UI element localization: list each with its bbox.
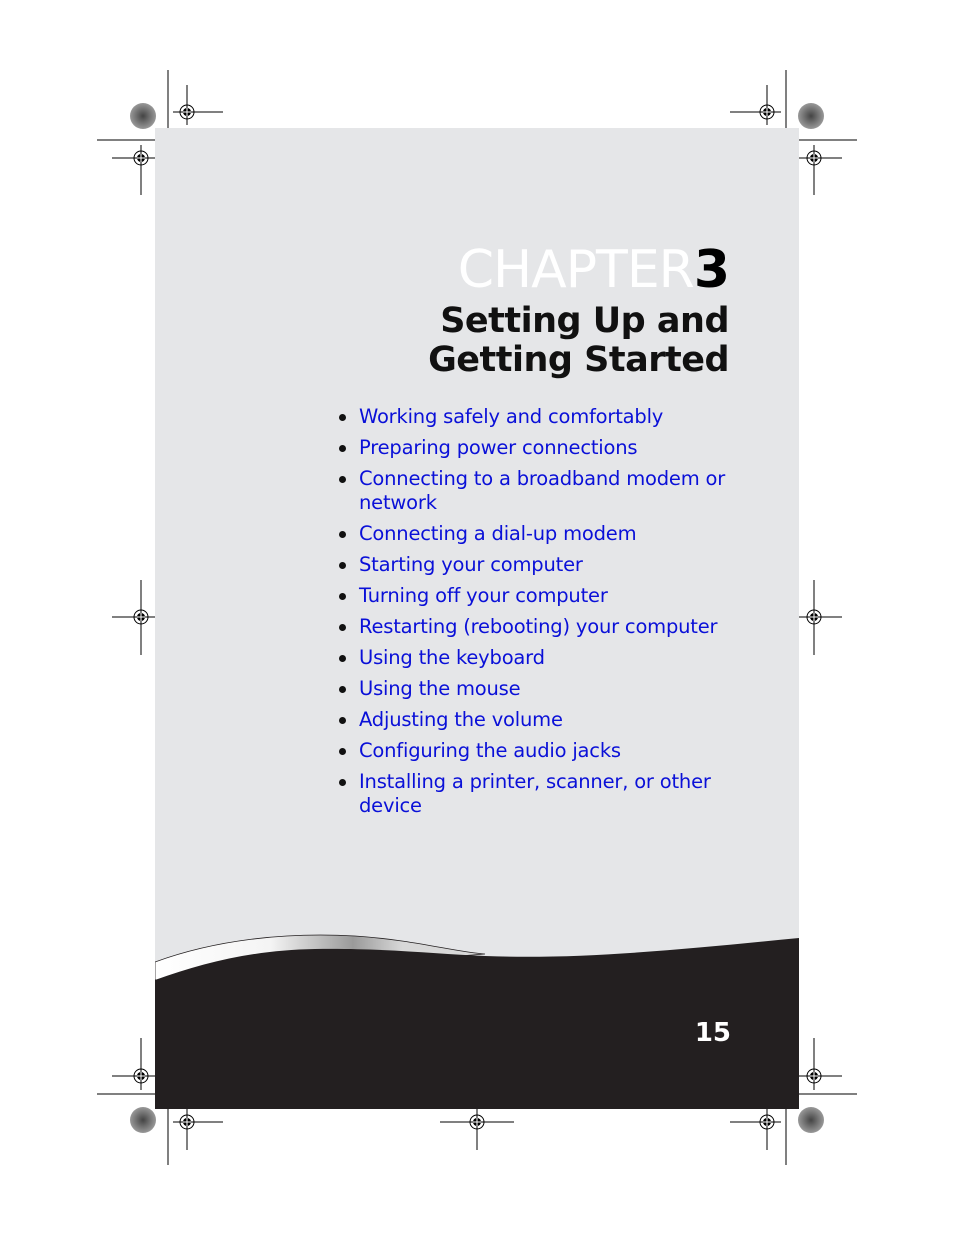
chapter-heading: CHAPTER3	[457, 240, 730, 300]
topic-link[interactable]: Turning off your computer	[359, 584, 608, 607]
chapter-number: 3	[693, 240, 730, 300]
topic-item: Using the keyboard	[337, 646, 757, 670]
topic-item: Connecting a dial-up modem	[337, 522, 757, 546]
topic-link[interactable]: Starting your computer	[359, 553, 583, 576]
chapter-title: Setting Up and Getting Started	[428, 301, 729, 380]
topic-item: Turning off your computer	[337, 584, 757, 608]
topic-link[interactable]: Working safely and comfortably	[359, 405, 663, 428]
topic-link[interactable]: Preparing power connections	[359, 436, 638, 459]
topic-link[interactable]: Using the keyboard	[359, 646, 545, 669]
footer-wave	[155, 934, 799, 1109]
topic-link[interactable]: Restarting (rebooting) your computer	[359, 615, 718, 638]
topic-link[interactable]: Configuring the audio jacks	[359, 739, 621, 762]
topic-item: Restarting (rebooting) your computer	[337, 615, 757, 639]
topic-link[interactable]: Connecting a dial-up modem	[359, 522, 637, 545]
topic-item: Connecting to a broadband modem or netwo…	[337, 467, 757, 515]
topic-item: Using the mouse	[337, 677, 757, 701]
topic-link[interactable]: Adjusting the volume	[359, 708, 563, 731]
topic-item: Configuring the audio jacks	[337, 739, 757, 763]
topic-item: Adjusting the volume	[337, 708, 757, 732]
topic-item: Starting your computer	[337, 553, 757, 577]
topic-link[interactable]: Installing a printer, scanner, or other …	[359, 770, 711, 817]
topic-item: Working safely and comfortably	[337, 405, 757, 429]
topic-list: Working safely and comfortably Preparing…	[337, 405, 757, 825]
page-number: 15	[694, 1018, 731, 1048]
chapter-page: CHAPTER3 Setting Up and Getting Started …	[155, 128, 799, 1109]
topic-link[interactable]: Using the mouse	[359, 677, 521, 700]
topic-link[interactable]: Connecting to a broadband modem or netwo…	[359, 467, 725, 514]
topic-item: Preparing power connections	[337, 436, 757, 460]
chapter-word: CHAPTER	[457, 240, 695, 300]
topic-item: Installing a printer, scanner, or other …	[337, 770, 757, 818]
